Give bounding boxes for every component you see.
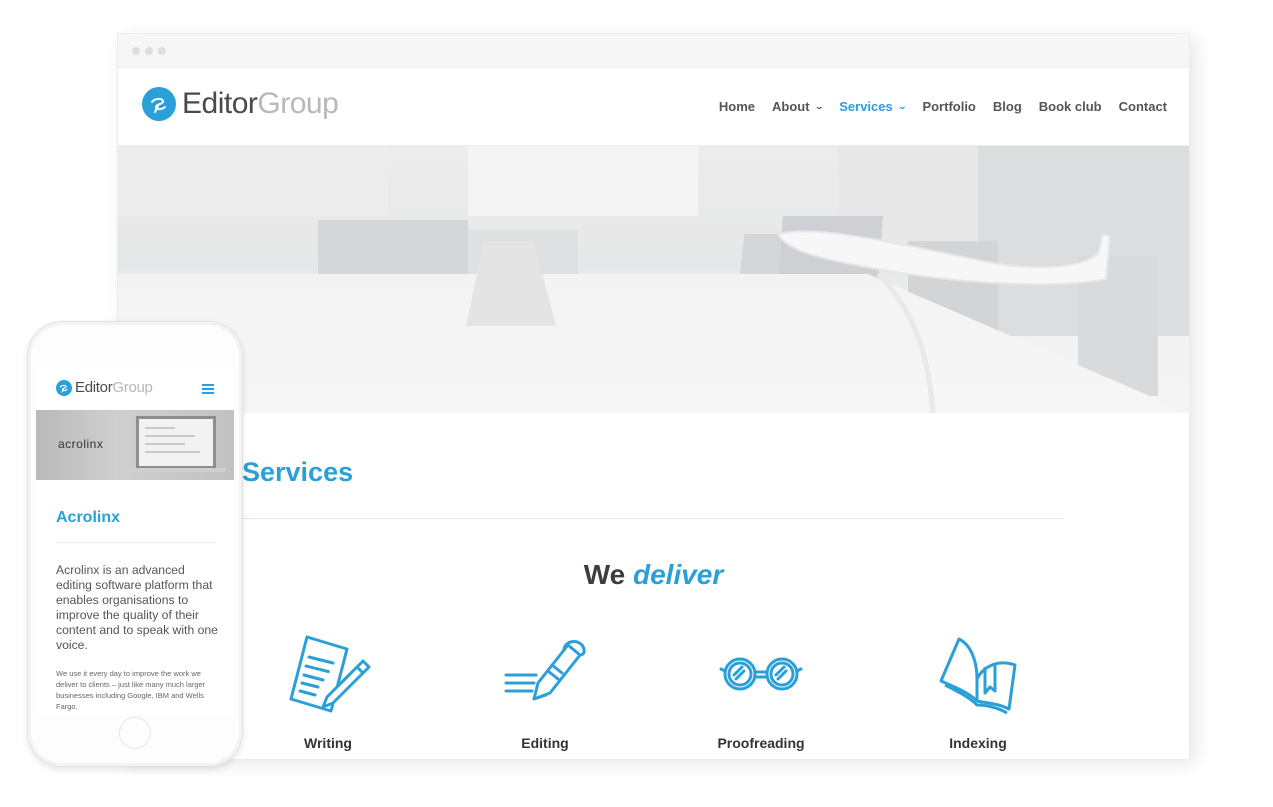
service-label: Writing: [304, 735, 352, 751]
hero-chair-back: [318, 220, 468, 278]
chevron-down-icon: ⌄: [897, 102, 907, 111]
editing-pencil-icon: [504, 640, 586, 701]
nav-label: Home: [718, 99, 755, 114]
service-indexing[interactable]: Indexing: [898, 631, 1058, 751]
mobile-screen: EditorGroup acrolinx Acrolinx Acrolinx i…: [36, 367, 234, 715]
indexing-book-icon: [939, 637, 1017, 715]
editor-group-logo-icon: [142, 87, 176, 121]
hero-model-airplane: [776, 230, 1112, 413]
logo-text: EditorGroup: [182, 86, 339, 122]
window-controls: [132, 47, 166, 55]
mobile-body-paragraph: We use it every day to improve the work …: [56, 669, 206, 711]
nav-about[interactable]: About ⌄: [771, 99, 824, 114]
services-section: Services We deliver Writing Editing Proo…: [118, 413, 1189, 759]
hamburger-menu-icon[interactable]: [202, 384, 214, 394]
nav-portfolio[interactable]: Portfolio: [922, 99, 975, 114]
mobile-header: EditorGroup: [36, 367, 234, 411]
desktop-browser-mockup: EditorGroup Home About ⌄ Services ⌄ Portfo…: [118, 34, 1189, 759]
nav-label: Contact: [1118, 99, 1167, 114]
acrolinx-banner-image: acrolinx: [36, 410, 234, 480]
logo-text-secondary: Group: [112, 379, 153, 396]
nav-label: About: [771, 99, 810, 114]
editor-group-logo-icon: [56, 379, 72, 396]
browser-titlebar: [118, 34, 1189, 68]
main-nav: Home About ⌄ Services ⌄ Portfolio Blog Boo…: [702, 99, 1167, 114]
hero-image: [118, 146, 1189, 413]
logo-text-primary: Editor: [182, 87, 258, 120]
nav-book-club[interactable]: Book club: [1039, 99, 1102, 114]
laptop-illustration: [136, 416, 216, 468]
nav-label: Blog: [992, 99, 1022, 114]
mobile-logo-text: EditorGroup: [75, 379, 153, 396]
laptop-base: [128, 468, 226, 472]
phone-home-button[interactable]: [119, 717, 151, 749]
title-divider: [242, 518, 1064, 519]
tagline-plain: We: [583, 559, 626, 590]
page-title: Services: [242, 457, 354, 487]
service-label: Editing: [521, 735, 569, 751]
service-proofreading[interactable]: Proofreading: [681, 631, 841, 751]
nav-label: Book club: [1038, 99, 1102, 114]
nav-contact[interactable]: Contact: [1119, 99, 1167, 114]
logo-text-primary: Editor: [75, 379, 113, 396]
acrolinx-brand-text: acrolinx: [58, 437, 104, 451]
mobile-article-title: Acrolinx: [56, 509, 121, 526]
tagline-emphasis: deliver: [633, 559, 724, 590]
hero-window-left: [118, 146, 388, 216]
services-tagline: We deliver: [118, 559, 1189, 591]
nav-services[interactable]: Services ⌄: [839, 99, 907, 114]
service-editing[interactable]: Editing: [465, 631, 625, 751]
chevron-down-icon: ⌄: [814, 102, 824, 111]
nav-blog[interactable]: Blog: [993, 99, 1022, 114]
writing-document-pen-icon: [289, 635, 371, 713]
site-logo[interactable]: EditorGroup: [142, 86, 339, 122]
mobile-phone-mockup: EditorGroup acrolinx Acrolinx Acrolinx i…: [28, 322, 242, 766]
mobile-divider: [56, 542, 215, 543]
nav-label: Services: [839, 99, 893, 114]
site-header: EditorGroup Home About ⌄ Services ⌄ Portfo…: [118, 68, 1189, 146]
service-label: Proofreading: [717, 735, 805, 751]
window-control-dot[interactable]: [132, 47, 140, 55]
hero-window-mid: [468, 146, 698, 216]
nav-label: Portfolio: [922, 99, 976, 114]
service-writing[interactable]: Writing: [248, 631, 408, 751]
proofreading-glasses-icon: [719, 657, 803, 691]
nav-home[interactable]: Home: [719, 99, 755, 114]
mobile-site-logo[interactable]: EditorGroup: [56, 379, 153, 396]
window-control-dot[interactable]: [158, 47, 166, 55]
service-label: Indexing: [949, 735, 1007, 751]
window-control-dot[interactable]: [145, 47, 153, 55]
mobile-lead-paragraph: Acrolinx is an advanced editing software…: [56, 563, 218, 652]
logo-text-secondary: Group: [257, 87, 339, 120]
